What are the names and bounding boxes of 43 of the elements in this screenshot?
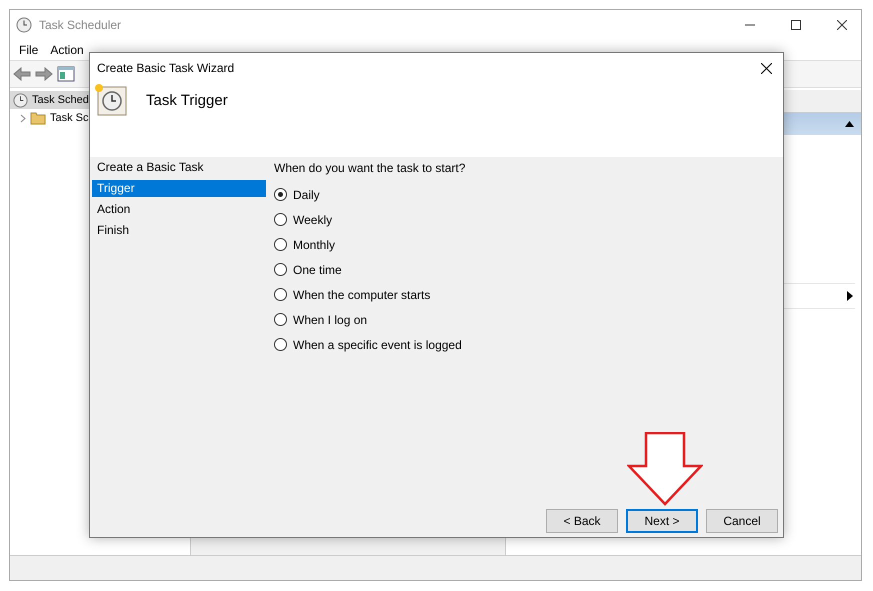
radio-option[interactable]: Monthly — [274, 232, 778, 257]
clock-icon — [16, 17, 32, 33]
collapse-icon[interactable] — [845, 121, 854, 127]
radio-button[interactable] — [274, 238, 287, 251]
clock-icon — [94, 83, 128, 117]
tree-label: Task Sched — [32, 94, 89, 106]
close-icon[interactable] — [761, 62, 772, 74]
radio-option[interactable]: When the computer starts — [274, 282, 778, 307]
radio-button[interactable] — [274, 188, 287, 201]
radio-button[interactable] — [274, 213, 287, 226]
radio-option[interactable]: When a specific event is logged — [274, 332, 778, 357]
radio-option[interactable]: Daily — [274, 182, 778, 207]
radio-button[interactable] — [274, 338, 287, 351]
dialog-button[interactable]: < Back — [546, 509, 618, 533]
wizard-heading: Task Trigger — [146, 92, 228, 108]
maximize-icon[interactable] — [791, 20, 801, 30]
menu-item[interactable]: File — [19, 43, 38, 57]
chevron-icon[interactable] — [20, 114, 26, 122]
tree-label: Task Sc — [50, 112, 89, 124]
wizard-step[interactable]: Action — [92, 201, 266, 218]
radio-option[interactable]: When I log on — [274, 307, 778, 332]
forward-arrow-icon[interactable] — [35, 67, 53, 81]
back-arrow-icon[interactable] — [13, 67, 31, 81]
menu-item[interactable]: Action — [50, 43, 84, 57]
wizard-step[interactable]: Trigger — [92, 180, 266, 197]
panel-icon[interactable] — [57, 66, 75, 82]
dialog-button[interactable]: Cancel — [706, 509, 778, 533]
tree-item[interactable]: Task Sc — [10, 109, 190, 127]
close-icon[interactable] — [837, 20, 847, 30]
wizard-step[interactable]: Finish — [92, 222, 266, 239]
wizard-step[interactable]: Create a Basic Task — [92, 159, 266, 176]
dialog-title: Create Basic Task Wizard — [97, 61, 234, 75]
radio-option[interactable]: One time — [274, 257, 778, 282]
folder-icon — [30, 111, 46, 125]
question-text: When do you want the task to start? — [274, 161, 466, 175]
radio-button[interactable] — [274, 288, 287, 301]
radio-option[interactable]: Weekly — [274, 207, 778, 232]
submenu-arrow-icon[interactable] — [847, 291, 853, 301]
dialog-button[interactable]: Next > — [626, 509, 698, 533]
radio-button[interactable] — [274, 263, 287, 276]
radio-button[interactable] — [274, 313, 287, 326]
clock-icon — [13, 92, 28, 108]
window-title: Task Scheduler — [39, 18, 122, 32]
